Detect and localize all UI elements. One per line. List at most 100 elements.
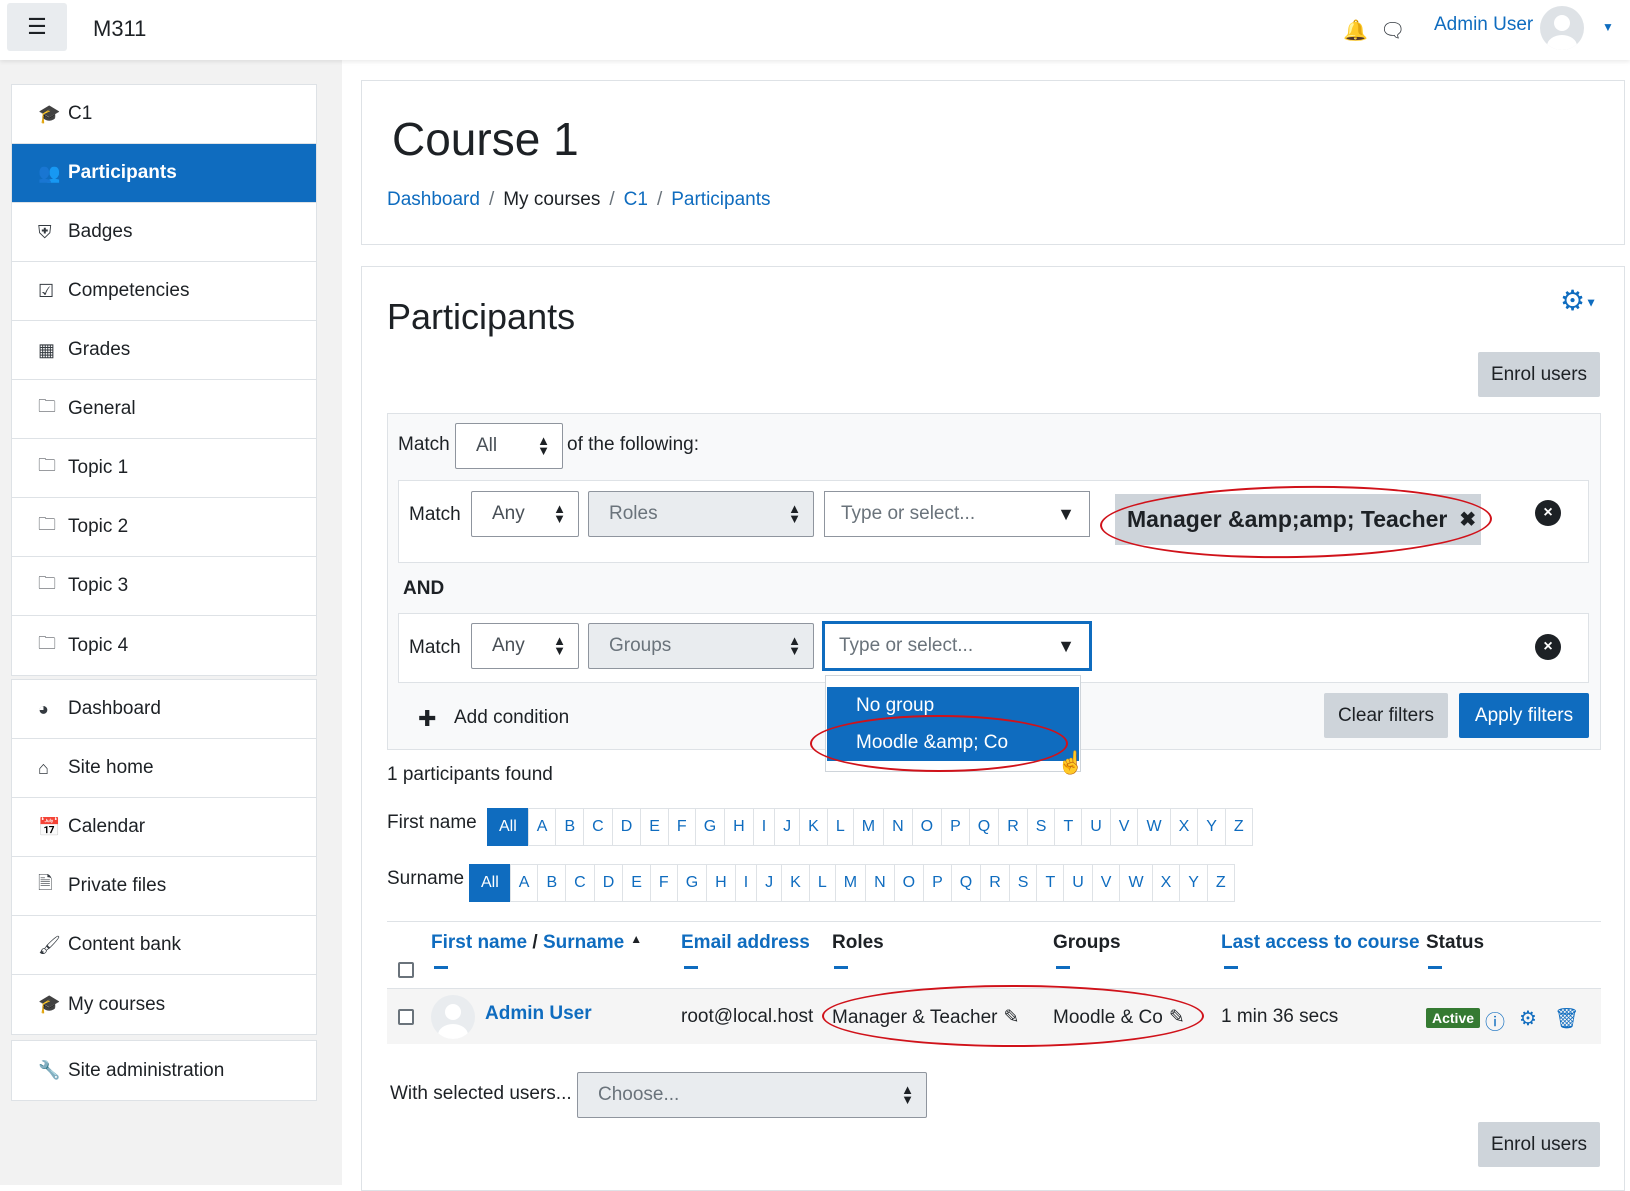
dropdown-option-moodle-co[interactable]: Moodle &amp; Co xyxy=(827,724,1079,761)
nav-item-topic-2[interactable]: 🗀 Topic 2 xyxy=(12,498,316,557)
initial-w[interactable]: W xyxy=(1119,864,1153,902)
nav-item-content-bank[interactable]: 🖌 Content bank xyxy=(12,916,316,975)
initial-c[interactable]: C xyxy=(565,864,595,902)
initial-r[interactable]: R xyxy=(980,864,1010,902)
nav-item-grades[interactable]: ▦ Grades xyxy=(12,321,316,380)
initial-i[interactable]: I xyxy=(734,864,758,902)
initial-l[interactable]: L xyxy=(808,864,836,902)
initial-c[interactable]: C xyxy=(583,808,613,846)
initial-f[interactable]: F xyxy=(649,864,678,902)
initial-w[interactable]: W xyxy=(1137,808,1171,846)
hide-column-icon[interactable] xyxy=(1056,966,1070,969)
initial-b[interactable]: B xyxy=(555,808,585,846)
initial-n[interactable]: N xyxy=(883,808,913,846)
nav-item-dashboard[interactable]: ◕ Dashboard xyxy=(12,680,316,739)
initial-y[interactable]: Y xyxy=(1179,864,1208,902)
initial-u[interactable]: U xyxy=(1081,808,1111,846)
initial-u[interactable]: U xyxy=(1063,864,1093,902)
initial-o[interactable]: O xyxy=(911,808,943,846)
initial-a[interactable]: A xyxy=(527,808,557,846)
initial-h[interactable]: H xyxy=(706,864,736,902)
select-all-checkbox[interactable] xyxy=(398,962,414,978)
initial-i[interactable]: I xyxy=(752,808,776,846)
initial-all[interactable]: All xyxy=(487,808,529,846)
caret-down-icon[interactable]: ▼ xyxy=(1602,20,1614,34)
nav-item-badges[interactable]: ⛨ Badges xyxy=(12,203,316,262)
initial-g[interactable]: G xyxy=(694,808,726,846)
initial-n[interactable]: N xyxy=(865,864,895,902)
nav-item-topic-3[interactable]: 🗀 Topic 3 xyxy=(12,557,316,616)
chat-icon[interactable]: 🗨 xyxy=(1380,18,1405,43)
initial-j[interactable]: J xyxy=(756,864,783,902)
plus-icon[interactable]: ✚ xyxy=(418,706,436,732)
nav-item-topic-1[interactable]: 🗀 Topic 1 xyxy=(12,439,316,498)
pencil-icon[interactable]: ✎ xyxy=(1169,1007,1185,1028)
initial-l[interactable]: L xyxy=(826,808,854,846)
info-icon[interactable]: ⓘ xyxy=(1485,1006,1505,1035)
row1-field-select[interactable]: Roles ▲ ▼ xyxy=(588,491,814,537)
initial-a[interactable]: A xyxy=(509,864,539,902)
initial-p[interactable]: P xyxy=(941,808,970,846)
enrol-users-button-bottom[interactable]: Enrol users xyxy=(1478,1122,1600,1167)
initial-r[interactable]: R xyxy=(998,808,1028,846)
initial-x[interactable]: X xyxy=(1169,808,1199,846)
hide-column-icon[interactable] xyxy=(1224,966,1238,969)
row1-type-or-select-input[interactable]: Type or select... ▼ xyxy=(824,491,1090,537)
initial-y[interactable]: Y xyxy=(1197,808,1226,846)
trash-icon[interactable]: 🗑 xyxy=(1554,1006,1579,1031)
nav-item-c1[interactable]: 🎓 C1 xyxy=(12,85,316,144)
hide-column-icon[interactable] xyxy=(1428,966,1442,969)
nav-item-general[interactable]: 🗀 General xyxy=(12,380,316,439)
match-all-select[interactable]: All ▲ ▼ xyxy=(455,423,563,469)
nav-item-participants[interactable]: 👥 Participants xyxy=(12,144,316,203)
initial-m[interactable]: M xyxy=(852,808,885,846)
remove-row2-icon[interactable]: × xyxy=(1535,634,1561,660)
breadcrumb-c1[interactable]: C1 xyxy=(624,189,648,210)
sort-surname-link[interactable]: Surname xyxy=(543,932,624,953)
initial-z[interactable]: Z xyxy=(1224,808,1253,846)
site-name[interactable]: M311 xyxy=(93,16,146,42)
participant-name-link[interactable]: Admin User xyxy=(485,1003,592,1025)
initial-z[interactable]: Z xyxy=(1206,864,1235,902)
add-condition-link[interactable]: Add condition xyxy=(454,707,569,729)
initial-k[interactable]: K xyxy=(799,808,828,846)
remove-row1-icon[interactable]: × xyxy=(1535,500,1561,526)
dropdown-option-no-group[interactable]: No group xyxy=(827,687,1079,724)
breadcrumb-participants[interactable]: Participants xyxy=(671,189,770,210)
user-menu-name[interactable]: Admin User xyxy=(1434,14,1533,36)
initial-f[interactable]: F xyxy=(667,808,696,846)
initial-k[interactable]: K xyxy=(781,864,810,902)
row2-match-select[interactable]: Any ▲ ▼ xyxy=(471,623,579,669)
nav-item-site-administration[interactable]: 🔧 Site administration xyxy=(12,1041,316,1100)
nav-item-topic-4[interactable]: 🗀 Topic 4 xyxy=(12,616,316,675)
nav-item-calendar[interactable]: 📅 Calendar xyxy=(12,798,316,857)
initial-e[interactable]: E xyxy=(640,808,669,846)
initial-v[interactable]: V xyxy=(1109,808,1139,846)
menu-toggle-button[interactable]: ☰ xyxy=(7,3,67,51)
initial-e[interactable]: E xyxy=(622,864,651,902)
initial-q[interactable]: Q xyxy=(950,864,982,902)
hide-column-icon[interactable] xyxy=(434,966,448,969)
initial-v[interactable]: V xyxy=(1091,864,1121,902)
nav-item-my-courses[interactable]: 🎓 My courses xyxy=(12,975,316,1034)
avatar[interactable] xyxy=(1540,6,1584,50)
nav-item-site-home[interactable]: ⌂ Site home xyxy=(12,739,316,798)
row2-field-select[interactable]: Groups ▲ ▼ xyxy=(588,623,814,669)
initial-t[interactable]: T xyxy=(1036,864,1065,902)
initial-m[interactable]: M xyxy=(834,864,867,902)
initial-h[interactable]: H xyxy=(724,808,754,846)
dropdown-triangle-icon[interactable]: ▼ xyxy=(1057,504,1075,525)
initial-s[interactable]: S xyxy=(1026,808,1056,846)
row2-type-or-select-input[interactable]: Type or select... ▼ xyxy=(822,621,1092,671)
initial-q[interactable]: Q xyxy=(968,808,1000,846)
initial-x[interactable]: X xyxy=(1151,864,1181,902)
initial-g[interactable]: G xyxy=(676,864,708,902)
gear-icon[interactable]: ⚙▼ xyxy=(1560,284,1597,317)
hide-column-icon[interactable] xyxy=(834,966,848,969)
nav-item-competencies[interactable]: ☑ Competencies xyxy=(12,262,316,321)
remove-tag-icon[interactable]: ✖ xyxy=(1459,507,1476,532)
initial-b[interactable]: B xyxy=(537,864,567,902)
initial-t[interactable]: T xyxy=(1054,808,1083,846)
initial-d[interactable]: D xyxy=(611,808,642,846)
sort-email-link[interactable]: Email address xyxy=(681,932,810,953)
